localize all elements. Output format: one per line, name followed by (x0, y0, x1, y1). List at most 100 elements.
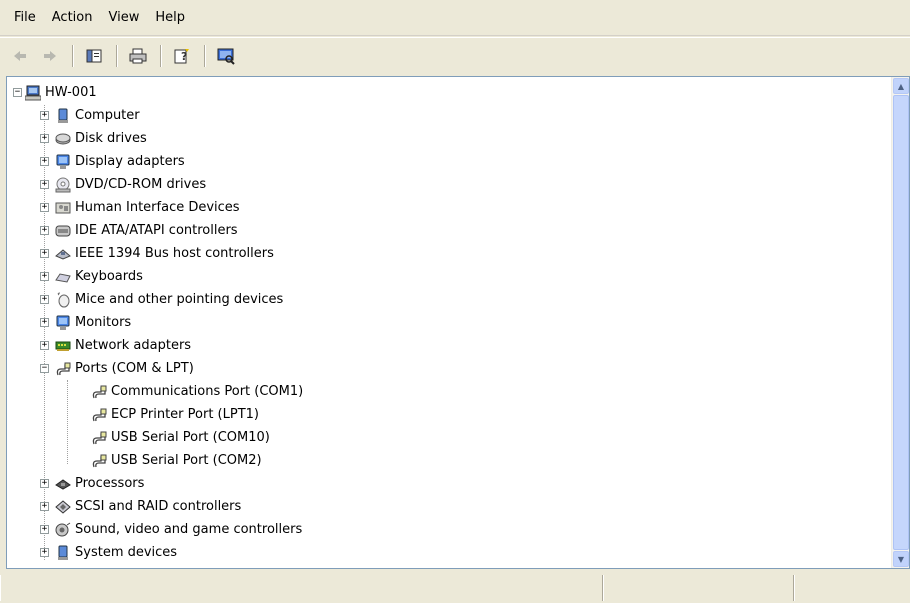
computer-icon (58, 108, 68, 123)
forward-arrow-icon (44, 50, 56, 61)
disk-drive-icon (55, 133, 71, 144)
toolbar-separator (160, 44, 162, 67)
port-connector-icon (92, 385, 107, 398)
ieee1394-icon (55, 248, 71, 260)
tree-item-ieee-1394-bus-host-controllers[interactable]: + IEEE 1394 Bus host controllers (40, 242, 274, 265)
expand-toggle[interactable]: + (40, 134, 49, 143)
menu-file[interactable]: File (6, 7, 44, 29)
expand-toggle[interactable]: + (40, 272, 49, 281)
sound-icon (55, 522, 71, 536)
expand-toggle[interactable]: + (40, 111, 49, 120)
collapse-toggle[interactable]: − (13, 88, 22, 97)
tree-item-label: Monitors (75, 315, 132, 330)
svg-text:?: ? (181, 50, 187, 63)
tree-item-human-interface-devices[interactable]: + Human Interface Devices (40, 196, 240, 219)
properties-help-button[interactable]: ? (168, 43, 196, 69)
status-pane-tertiary (794, 575, 910, 601)
vertical-scrollbar[interactable]: ▲ ▼ (891, 77, 909, 568)
tree-item-system-devices[interactable]: + System devices (40, 541, 177, 564)
scroll-up-button[interactable]: ▲ (893, 78, 909, 94)
menu-view[interactable]: View (100, 7, 147, 29)
hid-icon (55, 202, 71, 213)
expand-toggle[interactable]: + (40, 525, 49, 534)
status-bar (0, 573, 910, 603)
expand-toggle[interactable]: + (40, 157, 49, 166)
tree-item-label: Computer (75, 108, 140, 123)
tree-item-label: SCSI and RAID controllers (75, 499, 242, 514)
tree-item-ide-ata-atapi-controllers[interactable]: + IDE ATA/ATAPI controllers (40, 219, 238, 242)
print-button[interactable] (124, 43, 152, 69)
system-devices-icon (58, 545, 68, 560)
print-icon (129, 48, 147, 63)
expand-toggle[interactable]: + (40, 249, 49, 258)
dvd-drive-icon (55, 177, 71, 192)
expand-toggle[interactable]: + (40, 180, 49, 189)
tree-item-processors[interactable]: + Processors (40, 472, 144, 495)
tree-item-mice[interactable]: + Mice and other pointing devices (40, 288, 283, 311)
tree-subitem-label: Communications Port (COM1) (111, 384, 304, 399)
monitor-icon (56, 315, 70, 330)
menu-action[interactable]: Action (44, 7, 101, 29)
tree-subitem-label: USB Serial Port (COM10) (111, 430, 270, 445)
tree-item-label: IEEE 1394 Bus host controllers (75, 246, 274, 261)
expand-toggle[interactable]: + (40, 318, 49, 327)
tree-subitem-label: ECP Printer Port (LPT1) (111, 407, 259, 422)
tree-item-sound-video-game-controllers[interactable]: + Sound, video and game controllers (40, 518, 302, 541)
tree-item-label: Processors (75, 476, 145, 491)
tree-item-computer[interactable]: + Computer (40, 104, 140, 127)
tree-item-display-adapters[interactable]: + Display adapters (40, 150, 185, 173)
tree-item-label: Mice and other pointing devices (75, 292, 284, 307)
tree-item-label: Ports (COM & LPT) (75, 361, 194, 376)
expand-toggle[interactable]: + (40, 479, 49, 488)
toolbar: ? (0, 37, 910, 73)
tree-root-label: HW-001 (45, 85, 97, 100)
expand-toggle[interactable]: + (40, 341, 49, 350)
menu-help[interactable]: Help (147, 7, 193, 29)
forward-button[interactable] (36, 43, 64, 69)
tree-subitem-com2[interactable]: USB Serial Port (COM2) (91, 449, 262, 472)
toolbar-separator (72, 44, 74, 67)
scroll-thumb[interactable] (893, 95, 909, 550)
toolbar-separator (204, 44, 206, 67)
tree-item-monitors[interactable]: + Monitors (40, 311, 131, 334)
display-adapter-icon (56, 154, 70, 169)
tree-subitem-lpt1[interactable]: ECP Printer Port (LPT1) (91, 403, 259, 426)
tree-item-label: IDE ATA/ATAPI controllers (75, 223, 238, 238)
tree-item-label: Keyboards (75, 269, 143, 284)
port-connector-icon (92, 454, 107, 467)
tree-root[interactable]: − HW-001 (13, 81, 97, 104)
expand-toggle[interactable]: + (40, 203, 49, 212)
computer-icon (25, 85, 41, 100)
tree-item-label: System devices (75, 545, 178, 560)
port-connector-icon (92, 408, 107, 421)
collapse-toggle[interactable]: − (40, 364, 49, 373)
scan-hardware-button[interactable] (212, 43, 240, 69)
expand-toggle[interactable]: + (40, 226, 49, 235)
tree-subitem-label: USB Serial Port (COM2) (111, 453, 262, 468)
tree-subitem-com1[interactable]: Communications Port (COM1) (91, 380, 303, 403)
port-connector-icon (56, 362, 71, 375)
tree-item-label: DVD/CD-ROM drives (75, 177, 207, 192)
expand-toggle[interactable]: + (40, 502, 49, 511)
port-connector-icon (92, 431, 107, 444)
tree-item-disk-drives[interactable]: + Disk drives (40, 127, 147, 150)
scroll-down-button[interactable]: ▼ (893, 551, 909, 567)
tree-item-label: Display adapters (75, 154, 185, 169)
tree-item-keyboards[interactable]: + Keyboards (40, 265, 143, 288)
back-button[interactable] (6, 43, 34, 69)
tree-item-network-adapters[interactable]: + Network adapters (40, 334, 191, 357)
expand-toggle[interactable]: + (40, 295, 49, 304)
status-pane-main (0, 575, 603, 601)
tree-subitem-com10[interactable]: USB Serial Port (COM10) (91, 426, 270, 449)
tree-item-dvd-cdrom-drives[interactable]: + DVD/CD-ROM drives (40, 173, 206, 196)
tree-item-ports[interactable]: − Ports (COM & LPT) (40, 357, 194, 380)
tree-item-scsi-raid-controllers[interactable]: + SCSI and RAID controllers (40, 495, 241, 518)
show-hide-console-tree-button[interactable] (80, 43, 108, 69)
keyboard-icon (55, 272, 71, 283)
expand-toggle[interactable]: + (40, 548, 49, 557)
tree-item-label: Human Interface Devices (75, 200, 240, 215)
scsi-controller-icon (55, 499, 71, 514)
tree-item-label: Disk drives (75, 131, 147, 146)
mouse-icon (57, 292, 70, 307)
properties-help-icon: ? (174, 48, 189, 63)
